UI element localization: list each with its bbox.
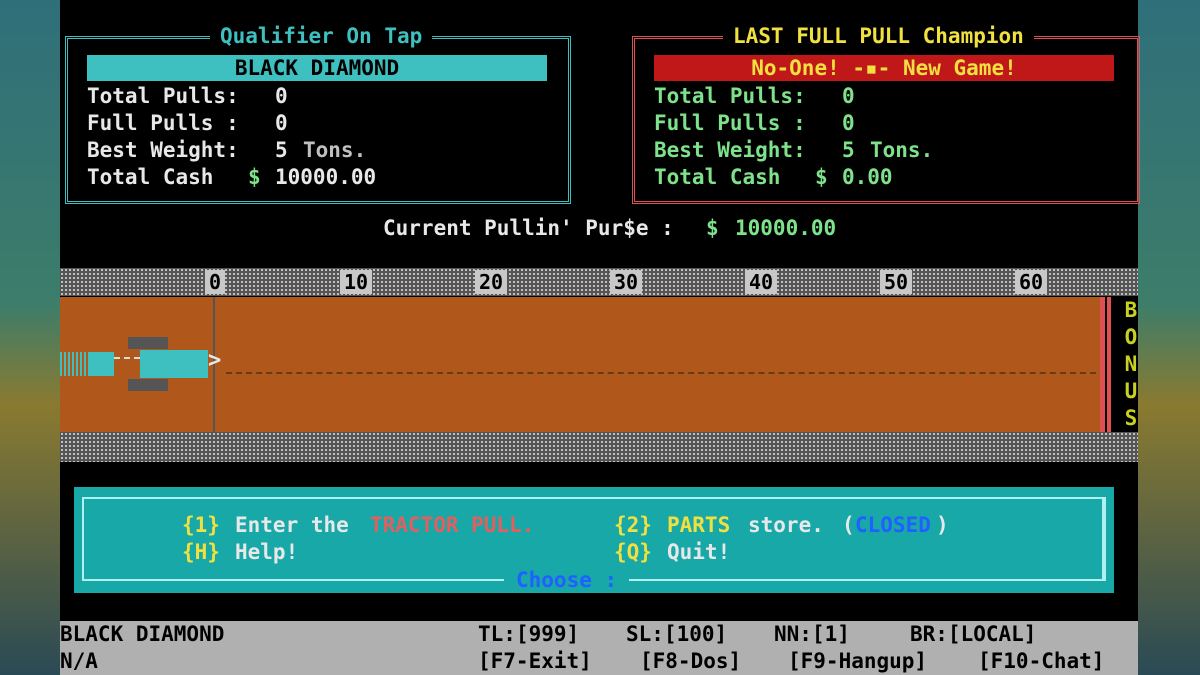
distance-tick: 40 bbox=[745, 270, 778, 294]
champion-total-cash-label: Total Cash bbox=[654, 165, 781, 189]
champion-title: LAST FULL PULL Champion bbox=[723, 23, 1034, 49]
qualifier-name: BLACK DIAMOND bbox=[87, 55, 547, 81]
f10-chat-key[interactable]: [F10-Chat] bbox=[978, 648, 1104, 674]
champion-best-weight-label: Best Weight: bbox=[654, 138, 806, 162]
distance-tick: 20 bbox=[475, 270, 508, 294]
option-1-highlight[interactable]: TRACTOR PULL. bbox=[370, 512, 534, 538]
quit-text[interactable]: Quit! bbox=[667, 539, 730, 565]
status-nn: NN:[1] bbox=[774, 622, 850, 646]
tractor-wheel bbox=[128, 337, 168, 349]
option-1-key[interactable]: {1} bbox=[182, 512, 220, 538]
game-screen: Qualifier On Tap BLACK DIAMOND Total Pul… bbox=[60, 0, 1140, 675]
option-2-paren-close: ) bbox=[936, 513, 949, 537]
option-2-status: CLOSED bbox=[855, 513, 931, 537]
tractor-wheel bbox=[128, 379, 168, 391]
qualifier-total-cash-label: Total Cash bbox=[87, 165, 214, 189]
tractor-body bbox=[140, 350, 208, 378]
qualifier-best-weight-unit: Tons. bbox=[303, 138, 367, 162]
right-border-bezel bbox=[1138, 0, 1200, 675]
qualifier-total-pulls: 0 bbox=[275, 84, 288, 108]
option-2-key[interactable]: {2} bbox=[614, 512, 652, 538]
champion-full-pulls: 0 bbox=[842, 111, 855, 135]
qualifier-title: Qualifier On Tap bbox=[210, 23, 433, 49]
distance-tick: 50 bbox=[880, 270, 913, 294]
distance-tick: 0 bbox=[205, 270, 226, 294]
bonus-letter: S bbox=[1124, 406, 1138, 430]
champion-total-pulls-label: Total Pulls: bbox=[654, 84, 806, 108]
distance-tick: 10 bbox=[340, 270, 373, 294]
purse-label: Current Pullin' Pur$e : bbox=[383, 216, 674, 240]
qualifier-cash-symbol: $ bbox=[248, 165, 261, 189]
bonus-letter: U bbox=[1124, 379, 1138, 403]
qualifier-total-pulls-label: Total Pulls: bbox=[87, 84, 239, 108]
option-1-text[interactable]: Enter the bbox=[235, 512, 349, 538]
f7-exit-key[interactable]: [F7-Exit] bbox=[478, 648, 592, 674]
status-sl: SL:[100] bbox=[626, 622, 728, 646]
distance-tick: 30 bbox=[610, 270, 643, 294]
status-br: BR:[LOCAL] bbox=[910, 622, 1037, 646]
main-menu: {1} Enter the TRACTOR PULL. {2} PARTS st… bbox=[74, 487, 1114, 593]
track-center-line bbox=[226, 372, 1096, 374]
qualifier-panel: Qualifier On Tap BLACK DIAMOND Total Pul… bbox=[65, 23, 571, 204]
help-text[interactable]: Help! bbox=[235, 539, 298, 565]
pulling-sled-front bbox=[90, 352, 114, 376]
champion-total-pulls: 0 bbox=[842, 84, 855, 108]
f9-hangup-key[interactable]: [F9-Hangup] bbox=[788, 648, 927, 674]
status-user: BLACK DIAMOND bbox=[60, 622, 225, 646]
champion-cash-symbol: $ bbox=[815, 165, 828, 189]
champion-total-cash: 0.00 bbox=[842, 165, 893, 189]
qualifier-total-cash: 10000.00 bbox=[275, 165, 377, 189]
bonus-letter: B bbox=[1124, 298, 1138, 322]
champion-full-pulls-label: Full Pulls : bbox=[654, 111, 806, 135]
qualifier-best-weight-num: 5 bbox=[275, 138, 288, 162]
bonus-letter: N bbox=[1124, 352, 1138, 376]
status-tl: TL:[999] bbox=[478, 622, 580, 646]
champion-panel: LAST FULL PULL Champion No-One! -▪- New … bbox=[632, 23, 1140, 204]
purse-symbol: $ bbox=[706, 216, 719, 240]
f8-dos-key[interactable]: [F8-Dos] bbox=[640, 648, 741, 674]
quit-key[interactable]: {Q} bbox=[614, 539, 652, 565]
distance-tick: 60 bbox=[1015, 270, 1048, 294]
left-border-bezel bbox=[0, 0, 60, 675]
champion-best-weight-num: 5 bbox=[842, 138, 855, 162]
qualifier-best-weight-label: Best Weight: bbox=[87, 138, 239, 162]
champion-banner: No-One! -▪- New Game! bbox=[654, 55, 1114, 81]
champion-best-weight-unit: Tons. bbox=[870, 138, 934, 162]
qualifier-full-pulls: 0 bbox=[275, 111, 288, 135]
option-2-highlight[interactable]: PARTS bbox=[667, 512, 730, 538]
choose-prompt[interactable]: Choose : bbox=[504, 567, 630, 593]
option-2-paren-open: ( bbox=[842, 513, 855, 537]
status-info: N/A bbox=[60, 649, 98, 673]
purse-value: 10000.00 bbox=[735, 216, 837, 240]
bonus-letter: O bbox=[1124, 325, 1138, 349]
track-bottom-border bbox=[60, 432, 1138, 462]
bonus-line bbox=[1100, 297, 1105, 432]
bonus-line bbox=[1107, 297, 1111, 432]
tow-chain bbox=[114, 357, 140, 369]
status-bar: BLACK DIAMOND N/A TL:[999] SL:[100] NN:[… bbox=[60, 621, 1138, 675]
help-key[interactable]: {H} bbox=[182, 539, 220, 565]
option-2-text[interactable]: store. bbox=[748, 512, 824, 538]
direction-arrow-icon: > bbox=[208, 348, 222, 373]
qualifier-full-pulls-label: Full Pulls : bbox=[87, 111, 239, 135]
